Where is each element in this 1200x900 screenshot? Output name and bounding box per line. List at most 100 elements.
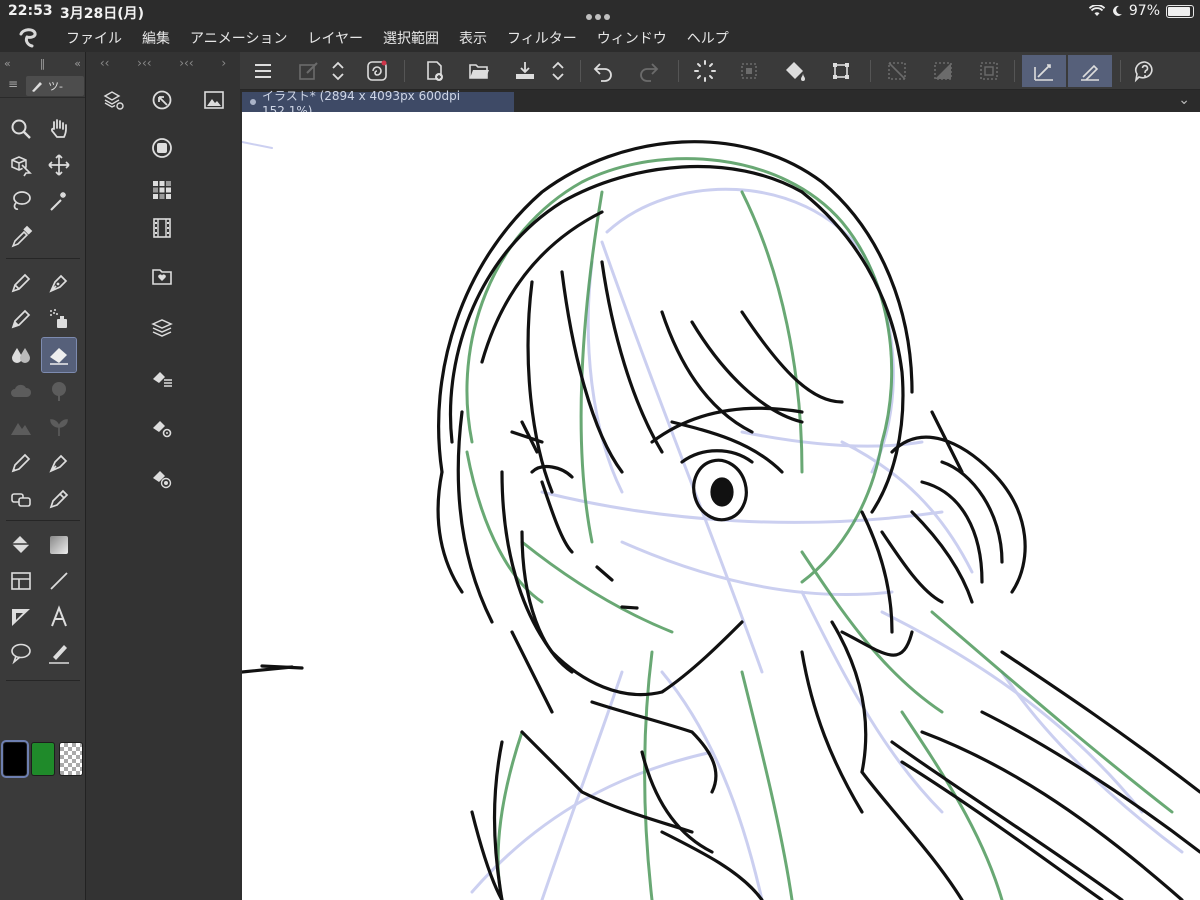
redo-button[interactable] (632, 55, 666, 87)
menu-selection[interactable]: 選択範囲 (373, 28, 449, 48)
menu-filter[interactable]: フィルター (497, 28, 587, 48)
edit-frame-icon (299, 62, 318, 80)
expand-right-icon[interactable]: ›‹‹ (179, 56, 193, 70)
marker-tool[interactable] (42, 266, 76, 300)
gradient-tool[interactable] (42, 528, 76, 562)
menu-edit[interactable]: 編集 (132, 28, 180, 48)
layer-panel-button[interactable] (146, 312, 178, 344)
hamburger-icon (255, 64, 271, 78)
text-tool[interactable] (42, 600, 76, 634)
snap-to-special-ruler-button[interactable] (1068, 55, 1112, 87)
clip-studio-button[interactable] (360, 55, 394, 87)
move-layer-tool[interactable] (42, 148, 76, 182)
pen-tool[interactable] (4, 266, 38, 300)
undo-button[interactable] (586, 55, 620, 87)
image-icon (204, 91, 224, 109)
sub-tool-panel: ‹‹ ›‹‹ ›‹‹ › (86, 52, 240, 900)
tool-property-button[interactable] (146, 412, 178, 444)
help-button[interactable] (1128, 55, 1162, 87)
menu-layer[interactable]: レイヤー (297, 28, 373, 48)
clear-outside-selection-button[interactable] (732, 55, 766, 87)
canvas-tab-bar: イラスト* (2894 x 4093px 600dpi 152.1%) ⌄ (240, 89, 1200, 118)
wifi-icon (1088, 5, 1105, 16)
clip-studio-logo-icon[interactable] (0, 27, 56, 49)
clear-button[interactable] (688, 55, 722, 87)
lasso-icon (13, 191, 31, 210)
sub-color-swatch[interactable] (31, 742, 55, 776)
auto-select-tool[interactable] (42, 184, 76, 218)
material-button[interactable] (146, 260, 178, 292)
color-palette-button[interactable] (146, 174, 178, 206)
menu-file[interactable]: ファイル (56, 28, 132, 48)
pen-variant-tool[interactable] (42, 482, 76, 516)
pencil-tool[interactable] (4, 302, 38, 336)
image-preview-button[interactable] (198, 84, 230, 116)
eraser-tool[interactable] (41, 337, 77, 373)
correct-line-tool[interactable] (4, 482, 38, 516)
balloon-tool[interactable] (4, 636, 38, 670)
main-color-swatch[interactable] (1, 740, 29, 778)
chevron-down-icon[interactable]: ⌄ (1178, 92, 1190, 108)
operation-tool[interactable] (4, 148, 38, 182)
figure-pen-tool[interactable] (4, 446, 38, 480)
drawing-canvas[interactable] (242, 112, 1200, 900)
edit-image-button[interactable] (292, 55, 326, 87)
zoom-tool[interactable] (4, 112, 38, 146)
figure-tool[interactable] (42, 564, 76, 598)
blend-tool[interactable] (4, 338, 38, 372)
save-options-button[interactable] (546, 55, 570, 87)
airbrush-tool[interactable] (42, 302, 76, 336)
fill-tool[interactable] (4, 528, 38, 562)
transparent-color-swatch[interactable] (59, 742, 83, 776)
transform-button[interactable] (824, 55, 858, 87)
help-bubble-icon (1134, 61, 1153, 83)
pencil-icon (11, 309, 31, 329)
multitask-dots-icon[interactable] (586, 8, 616, 20)
tab-tool-label: ツ- (48, 79, 63, 93)
ruler-tool[interactable] (4, 600, 38, 634)
new-file-button[interactable] (418, 55, 452, 87)
mountain-icon (11, 423, 31, 435)
panel-grip-icon[interactable]: ‖ (40, 57, 46, 70)
correct-line-brush-tool[interactable] (42, 636, 76, 670)
snap-to-ruler-button[interactable] (1022, 55, 1066, 87)
collapse-right-icon[interactable]: « (74, 57, 81, 70)
snap-special-ruler-icon (1081, 64, 1099, 81)
fill-selection-button[interactable] (778, 55, 812, 87)
tab-tool[interactable]: ツ- (26, 75, 84, 96)
color-grid-icon (153, 181, 171, 199)
timeline-button[interactable] (146, 212, 178, 244)
menu-button[interactable] (246, 55, 280, 87)
eyedropper-tool[interactable] (4, 220, 38, 254)
arrange-updown-button[interactable] (326, 55, 350, 87)
mountain-decoration-tool[interactable] (4, 410, 38, 444)
menu-view[interactable]: 表示 (449, 28, 497, 48)
menu-help[interactable]: ヘルプ (677, 28, 739, 48)
navigator-button[interactable] (146, 84, 178, 116)
invert-selection-button[interactable] (926, 55, 960, 87)
hand-tool[interactable] (42, 112, 76, 146)
panel-menu-icon[interactable]: ≡ (4, 77, 22, 95)
collapse-left-icon[interactable]: « (4, 57, 11, 70)
open-file-button[interactable] (462, 55, 496, 87)
cloud-decoration-tool[interactable] (4, 374, 38, 408)
deselect-button[interactable] (880, 55, 914, 87)
color-wheel-button[interactable] (146, 132, 178, 164)
save-button[interactable] (508, 55, 542, 87)
ink-pen-tool[interactable] (42, 446, 76, 480)
brush-size-button[interactable] (146, 462, 178, 494)
sub-tool-button[interactable] (146, 362, 178, 394)
battery-icon (1166, 4, 1194, 18)
selection-border-button[interactable] (972, 55, 1006, 87)
collapse-icon[interactable]: ‹‹ (100, 56, 110, 70)
lasso-selection-tool[interactable] (4, 184, 38, 218)
expand-icon[interactable]: ›‹‹ (137, 56, 151, 70)
frame-border-tool[interactable] (4, 564, 38, 598)
tree-decoration-tool[interactable] (42, 374, 76, 408)
menu-animation[interactable]: アニメーション (180, 28, 297, 48)
menu-window[interactable]: ウィンドウ (587, 28, 677, 48)
leaf-decoration-tool[interactable] (42, 410, 76, 444)
layer-property-button[interactable] (98, 84, 130, 116)
document-tab[interactable]: イラスト* (2894 x 4093px 600dpi 152.1%) (242, 89, 514, 118)
expand-end-icon[interactable]: › (221, 56, 226, 70)
